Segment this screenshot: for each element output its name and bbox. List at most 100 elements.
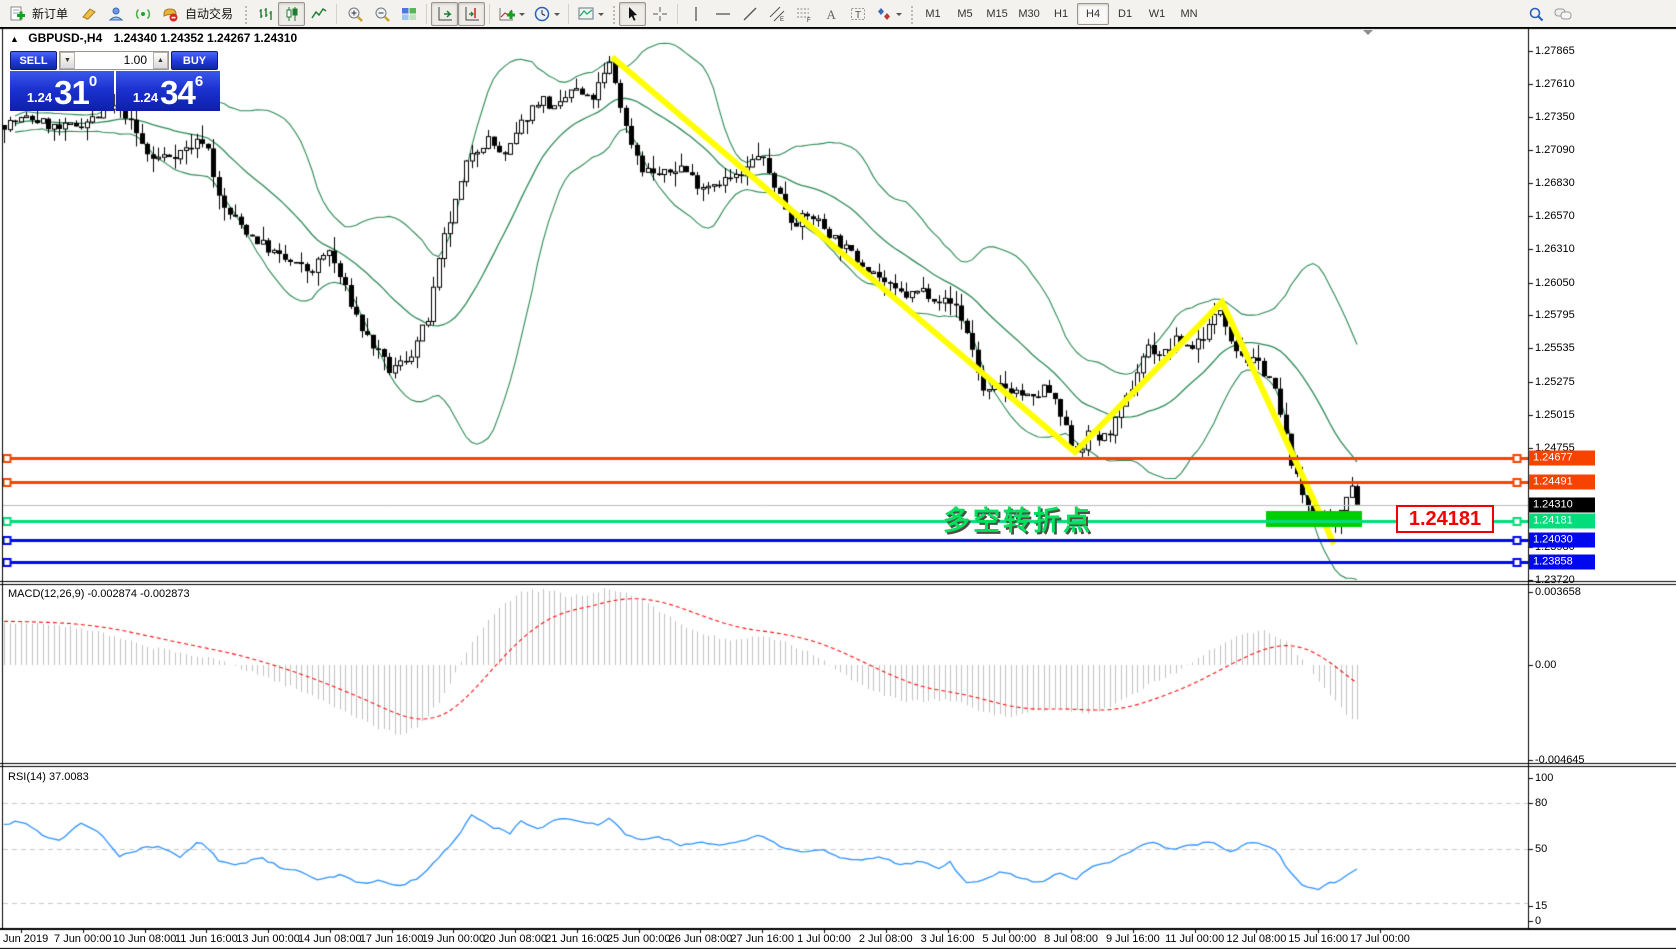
- crosshair-icon: [651, 5, 669, 23]
- zoom-out-button[interactable]: [368, 2, 395, 26]
- annotation-turning-point[interactable]: 多空转折点: [943, 499, 1093, 538]
- toolbar-grip[interactable]: [611, 4, 616, 24]
- toolbar-separator: [568, 4, 569, 24]
- profile-icon: [107, 5, 125, 23]
- horizontal-line-button[interactable]: [709, 2, 736, 26]
- timeframe-button-m5[interactable]: M5: [949, 3, 981, 25]
- price-tag-label[interactable]: 1.24181: [1396, 505, 1494, 533]
- line-chart-icon: [310, 5, 328, 23]
- metaquotes-button[interactable]: [75, 2, 102, 26]
- symbol-name: GBPUSD-,H4: [28, 31, 102, 45]
- signals-button[interactable]: [129, 2, 156, 26]
- arrows-icon: [875, 5, 893, 23]
- rsi-label: RSI(14) 37.0083: [8, 771, 89, 783]
- zoom-in-button[interactable]: [341, 2, 368, 26]
- toolbar-grip[interactable]: [243, 4, 248, 24]
- chart-shift-button[interactable]: [458, 2, 485, 26]
- templates-button[interactable]: [573, 2, 608, 26]
- volume-decrease-button[interactable]: ▼: [60, 52, 75, 69]
- volume-input[interactable]: 1.00: [75, 52, 153, 69]
- candlestick-chart-button[interactable]: [278, 2, 305, 26]
- time-axis-label: 10 Jun 08:00: [113, 933, 177, 945]
- trendline-button[interactable]: [736, 2, 763, 26]
- auto-scroll-button[interactable]: [431, 2, 458, 26]
- time-axis-label: 8 Jul 08:00: [1044, 933, 1098, 945]
- price-axis-tick: 1.27610: [1535, 78, 1575, 90]
- indicators-icon: [498, 5, 516, 23]
- buy-button[interactable]: BUY: [171, 51, 218, 70]
- vertical-line-button[interactable]: [682, 2, 709, 26]
- price-level-label-1.24310: 1.24310: [1529, 497, 1595, 512]
- time-axis-label: 3 Jul 16:00: [921, 933, 975, 945]
- fibonacci-button[interactable]: F: [790, 2, 817, 26]
- new-order-label[interactable]: 新订单: [32, 5, 68, 22]
- time-axis-label: 1 Jul 00:00: [797, 933, 851, 945]
- vertical-line-icon: [687, 5, 705, 23]
- time-axis-label: 19 Jun 00:00: [422, 933, 486, 945]
- clock-icon: [533, 5, 551, 23]
- text-label-button[interactable]: T: [844, 2, 871, 26]
- search-button[interactable]: [1522, 2, 1549, 26]
- price-axis-tick: 1.26570: [1535, 210, 1575, 222]
- timeframe-button-d1[interactable]: D1: [1109, 3, 1141, 25]
- price-axis-tick: 1.26310: [1535, 243, 1575, 255]
- cursor-button[interactable]: [619, 2, 646, 26]
- toolbar-right-group: [1522, 2, 1576, 26]
- timeframe-button-m30[interactable]: M30: [1013, 3, 1045, 25]
- auto-trading-button[interactable]: [156, 2, 183, 26]
- chevron-down-icon: [519, 13, 525, 19]
- scroll-to-end-icon[interactable]: [1363, 30, 1373, 40]
- arrows-button[interactable]: [871, 2, 906, 26]
- timeframe-button-m15[interactable]: M15: [981, 3, 1013, 25]
- chat-button[interactable]: [1549, 2, 1576, 26]
- indicator-axis-tick: 0: [1535, 915, 1541, 927]
- volume-increase-button[interactable]: ▲: [153, 52, 168, 69]
- price-level-label-1.23858: 1.23858: [1529, 555, 1595, 570]
- sell-button[interactable]: SELL: [10, 51, 57, 70]
- timeframe-button-mn[interactable]: MN: [1173, 3, 1205, 25]
- collapse-arrow-icon[interactable]: ▲: [10, 34, 19, 44]
- indicator-axis-tick: 50: [1535, 843, 1547, 855]
- time-axis-label: 12 Jul 08:00: [1226, 933, 1286, 945]
- timeframe-button-h1[interactable]: H1: [1045, 3, 1077, 25]
- indicator-axis-tick: 0.00: [1535, 659, 1556, 671]
- text-button[interactable]: A: [817, 2, 844, 26]
- main-toolbar: 新订单 自动交易: [0, 0, 1676, 27]
- horizontal-line-icon: [714, 5, 732, 23]
- buy-price-display[interactable]: 1.24 34 6: [116, 71, 220, 111]
- svg-text:T: T: [855, 10, 861, 21]
- community-button[interactable]: [102, 2, 129, 26]
- time-axis-label: 15 Jul 16:00: [1288, 933, 1348, 945]
- periods-button[interactable]: [529, 2, 564, 26]
- time-axis-label: 17 Jul 00:00: [1350, 933, 1410, 945]
- chevron-down-icon: [554, 13, 560, 19]
- buy-price-big: 34: [160, 78, 195, 108]
- time-axis-label: 9 Jul 16:00: [1106, 933, 1160, 945]
- equidistant-channel-button[interactable]: E: [763, 2, 790, 26]
- tile-windows-button[interactable]: [395, 2, 422, 26]
- line-chart-button[interactable]: [305, 2, 332, 26]
- channel-icon: E: [768, 5, 786, 23]
- symbol-info[interactable]: ▲ GBPUSD-,H4 1.24340 1.24352 1.24267 1.2…: [10, 31, 297, 45]
- svg-text:E: E: [780, 17, 784, 23]
- sell-price-display[interactable]: 1.24 31 0: [10, 71, 114, 111]
- indicators-button[interactable]: [494, 2, 529, 26]
- time-axis-label: 17 Jun 16:00: [360, 933, 424, 945]
- timeframe-button-w1[interactable]: W1: [1141, 3, 1173, 25]
- new-order-button[interactable]: [4, 2, 30, 26]
- chevron-down-icon: [896, 13, 902, 19]
- bar-chart-button[interactable]: [251, 2, 278, 26]
- timeframe-button-h4[interactable]: H4: [1077, 3, 1109, 25]
- auto-trading-label[interactable]: 自动交易: [185, 5, 233, 22]
- new-order-icon: [8, 5, 26, 23]
- toolbar-grip[interactable]: [909, 4, 914, 24]
- mt4-application: 新订单 自动交易: [0, 0, 1676, 949]
- text-label-icon: T: [849, 5, 867, 23]
- crosshair-button[interactable]: [646, 2, 673, 26]
- price-axis-tick: 1.27090: [1535, 144, 1575, 156]
- tile-windows-icon: [400, 5, 418, 23]
- price-axis-tick: 1.27350: [1535, 111, 1575, 123]
- time-axis-label: 27 Jun 16:00: [730, 933, 794, 945]
- chart-canvas[interactable]: [0, 0, 1676, 949]
- timeframe-button-m1[interactable]: M1: [917, 3, 949, 25]
